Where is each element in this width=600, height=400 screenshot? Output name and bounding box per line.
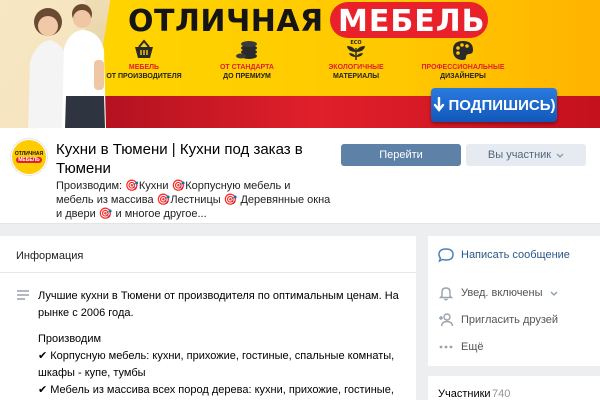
text-lines-icon (17, 290, 29, 300)
members-count: 740 (492, 388, 511, 400)
invite-friends-label: Пригласить друзей (461, 314, 559, 326)
send-message-link[interactable]: Написать сообщение (438, 247, 570, 263)
cover-title-part2: МЕБЕЛЬ (338, 4, 486, 39)
chevron-down-icon (556, 153, 564, 158)
palette-icon (453, 41, 473, 60)
eco-leaves-icon: ECO (347, 40, 365, 60)
more-dots-icon (439, 345, 453, 349)
group-status: Производим: 🎯Кухни 🎯Корпусную мебель и м… (56, 180, 331, 220)
coins-icon (236, 41, 257, 59)
avatar-line2: МЕБЕЛЬ (16, 157, 42, 163)
info-heading: Производим (38, 333, 102, 345)
cover-feature-standard: ОТ СТАНДАРТА ДО ПРЕМИУМ (199, 38, 295, 81)
info-list-item: ✔ Мебель из массива всех пород дерева: к… (38, 384, 394, 396)
info-list-item: ✔ Корпусную мебель: кухни, прихожие, гос… (38, 350, 395, 379)
info-paragraph: Лучшие кухни в Тюмени от производителя п… (38, 290, 399, 319)
feature-line2: ДИЗАЙНЕРЫ (440, 73, 486, 80)
add-user-icon (439, 313, 454, 327)
invite-friends-link[interactable]: Пригласить друзей (438, 312, 558, 328)
avatar-logo: ОТЛИЧНАЯ МЕБЕЛЬ (12, 140, 46, 174)
actions-card: Написать сообщение Увед. включены Пригла… (428, 236, 600, 366)
feature-line1: МЕБЕЛЬ (128, 64, 160, 71)
bell-icon (438, 287, 454, 301)
notifications-toggle[interactable]: Увед. включены (438, 285, 558, 301)
subscribe-banner-button[interactable]: ПОДПИШИСЬ) (431, 88, 557, 122)
page-title: Кухни в Тюмени | Кухни под заказ в Тюмен… (56, 141, 303, 177)
more-label: Ещё (461, 341, 484, 353)
eco-badge: ECO (350, 40, 361, 46)
feature-line1: ОТ СТАНДАРТА (219, 64, 274, 71)
arrow-down-icon (433, 97, 444, 112)
chevron-down-icon (550, 291, 558, 296)
info-description: Лучшие кухни в Тюмени от производителя п… (38, 288, 406, 400)
divider (0, 272, 416, 273)
more-menu[interactable]: Ещё (438, 339, 484, 355)
feature-line1: ПРОФЕССИОНАЛЬНЫЕ (421, 64, 505, 71)
message-bubble-icon (438, 248, 454, 263)
send-message-label: Написать сообщение (461, 249, 570, 261)
go-button[interactable]: Перейти (341, 144, 461, 166)
cover-feature-designers: ПРОФЕССИОНАЛЬНЫЕ ДИЗАЙНЕРЫ (415, 38, 511, 81)
members-label: Участники (438, 388, 491, 400)
feature-line2: ДО ПРЕМИУМ (223, 73, 271, 80)
info-title: Информация (16, 250, 84, 262)
cover-title-part1: ОТЛИЧНАЯ (128, 4, 324, 39)
avatar[interactable]: ОТЛИЧНАЯ МЕБЕЛЬ (10, 138, 48, 176)
notifications-label: Увед. включены (461, 287, 543, 299)
feature-line1: ЭКОЛОГИЧНЫЕ (328, 64, 384, 71)
cover-feature-eco: ECO ЭКОЛОГИЧНЫЕ МАТЕРИАЛЫ (308, 38, 404, 81)
member-button-label: Вы участник (487, 149, 552, 161)
subscribe-label: ПОДПИШИСЬ) (448, 96, 556, 114)
info-card: Информация Лучшие кухни в Тюмени от прои… (0, 236, 416, 400)
group-cover: ОТЛИЧНАЯ МЕБЕЛЬ МЕБЕЛЬ ОТ ПРОИЗВОДИТЕЛЯ … (0, 0, 600, 128)
group-header: ОТЛИЧНАЯ МЕБЕЛЬ Кухни в Тюмени | Кухни п… (0, 128, 600, 224)
members-card[interactable]: Участники 740 (428, 376, 600, 400)
feature-line2: МАТЕРИАЛЫ (332, 73, 380, 80)
feature-line2: ОТ ПРОИЗВОДИТЕЛЯ (106, 73, 182, 80)
cover-feature-manufacturer: МЕБЕЛЬ ОТ ПРОИЗВОДИТЕЛЯ (96, 38, 192, 81)
basket-icon (135, 39, 153, 58)
member-dropdown-button[interactable]: Вы участник (466, 144, 586, 166)
